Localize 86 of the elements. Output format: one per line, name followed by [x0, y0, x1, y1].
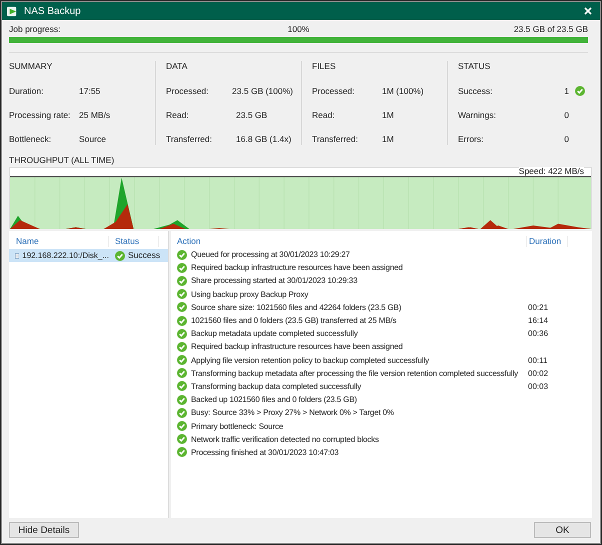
- success-icon: [177, 447, 187, 458]
- column-header[interactable]: Duration: [526, 236, 568, 246]
- action-text: Network traffic verification detected no corrupted blocks: [191, 434, 379, 445]
- file-icon: [15, 250, 20, 260]
- action-text: 1021560 files and 0 folders (23.5 GB) transferred at 25 MB/s: [191, 315, 396, 326]
- success-icon: [177, 394, 187, 405]
- stat-label: Success:: [458, 86, 494, 96]
- action-duration: 00:02: [527, 368, 548, 379]
- stat-value: 16.8 GB (1.4x): [236, 134, 292, 144]
- stat-value: 1M: [382, 110, 395, 120]
- object-row[interactable]: 192.168.222.10:/Disk_... Success: [9, 249, 168, 262]
- stat-label: Transferred:: [166, 134, 213, 144]
- section-title: DATA: [166, 61, 188, 73]
- action-text: Applying file version retention policy to backup completed successfully: [191, 354, 429, 366]
- success-icon: [177, 381, 187, 392]
- stat-label: Read:: [166, 110, 190, 120]
- success-icon: [177, 250, 187, 260]
- job-progress-percent: 100%: [286, 24, 310, 34]
- window-title: NAS Backup: [24, 6, 81, 16]
- stat-label: Duration:: [9, 86, 44, 96]
- column-header[interactable]: Action: [171, 236, 526, 246]
- hide-details-button[interactable]: Hide Details: [9, 522, 79, 538]
- action-text: Required backup infrastructure resources have been assigned: [191, 341, 403, 352]
- action-text: Busy: Source 33% > Proxy 27% > Network 0% > Target 0%: [191, 407, 394, 418]
- job-progress-amount: 23.5 GB of 23.5 GB: [512, 24, 588, 34]
- success-icon: [177, 302, 187, 312]
- success-icon: [177, 276, 187, 286]
- stat-label: Processed:: [166, 86, 210, 96]
- section-title: FILES: [312, 61, 337, 73]
- object-status: Success: [128, 250, 160, 261]
- success-icon: [177, 355, 187, 366]
- column-header[interactable]: Name: [9, 236, 109, 246]
- success-icon: [177, 434, 187, 444]
- stat-value: 1: [563, 86, 570, 96]
- action-text: Using backup proxy Backup Proxy: [191, 288, 308, 300]
- success-icon: [177, 368, 187, 378]
- action-text: Queued for processing at 30/01/2023 10:29:27: [191, 249, 350, 260]
- stat-value: Source: [79, 134, 107, 144]
- action-duration: 00:11: [527, 354, 548, 366]
- stat-label: Processing rate:: [9, 110, 72, 120]
- stat-label: Transferred:: [312, 134, 359, 144]
- action-duration: 00:21: [527, 302, 548, 313]
- section-title: SUMMARY: [9, 61, 54, 73]
- stat-label: Errors:: [458, 134, 484, 144]
- stat-value: 0: [563, 110, 570, 120]
- success-icon: [177, 421, 187, 432]
- stat-value: 1M: [382, 134, 395, 144]
- close-icon[interactable]: [584, 7, 592, 15]
- success-icon: [575, 86, 585, 96]
- action-text: Transforming backup metadata after processing the file version retention completed successfully: [191, 368, 518, 379]
- stat-value: 23.5 GB: [236, 110, 268, 120]
- action-text: Processing finished at 30/01/2023 10:47:03: [191, 446, 339, 458]
- success-icon: [177, 289, 187, 300]
- ok-button[interactable]: OK: [534, 522, 591, 538]
- job-progress-label: Job progress:: [9, 24, 62, 34]
- app-icon: [7, 6, 18, 16]
- stat-value: 25 MB/s: [79, 110, 112, 120]
- action-duration: 00:36: [527, 328, 548, 340]
- section-title: STATUS: [458, 61, 492, 73]
- success-icon: [177, 262, 187, 273]
- stat-value: 0: [563, 134, 570, 144]
- action-text: Source share size: 1021560 files and 42264 folders (23.5 GB): [191, 302, 402, 313]
- throughput-title: THROUGHPUT (ALL TIME): [9, 155, 116, 167]
- action-text: Required backup infrastructure resources have been assigned: [191, 262, 403, 274]
- action-duration: 00:03: [527, 380, 548, 392]
- action-text: Share processing started at 30/01/2023 10:29:33: [191, 275, 358, 286]
- stat-label: Processed:: [312, 86, 356, 96]
- action-text: Backed up 1021560 files and 0 folders (23.5 GB): [191, 394, 357, 406]
- object-name: 192.168.222.10:/Disk_...: [22, 250, 109, 261]
- column-header[interactable]: Status: [109, 236, 159, 246]
- action-text: Transforming backup data completed successfully: [191, 380, 362, 392]
- stat-label: Read:: [312, 110, 336, 120]
- success-icon: [177, 316, 187, 326]
- success-icon: [177, 342, 187, 352]
- action-text: Backup metadata update completed successfully: [191, 328, 358, 340]
- success-icon: [177, 408, 187, 418]
- stat-value: 17:55: [79, 86, 102, 96]
- stat-label: Warnings:: [458, 110, 497, 120]
- stat-value: 23.5 GB (100%): [232, 86, 293, 96]
- success-icon: [115, 250, 125, 260]
- action-duration: 16:14: [527, 315, 548, 326]
- success-icon: [177, 328, 187, 339]
- speed-label: Speed: 422 MB/s: [518, 167, 584, 176]
- stat-value: 1M (100%): [382, 86, 425, 96]
- action-text: Primary bottleneck: Source: [191, 420, 284, 432]
- stat-label: Bottleneck:: [9, 134, 52, 144]
